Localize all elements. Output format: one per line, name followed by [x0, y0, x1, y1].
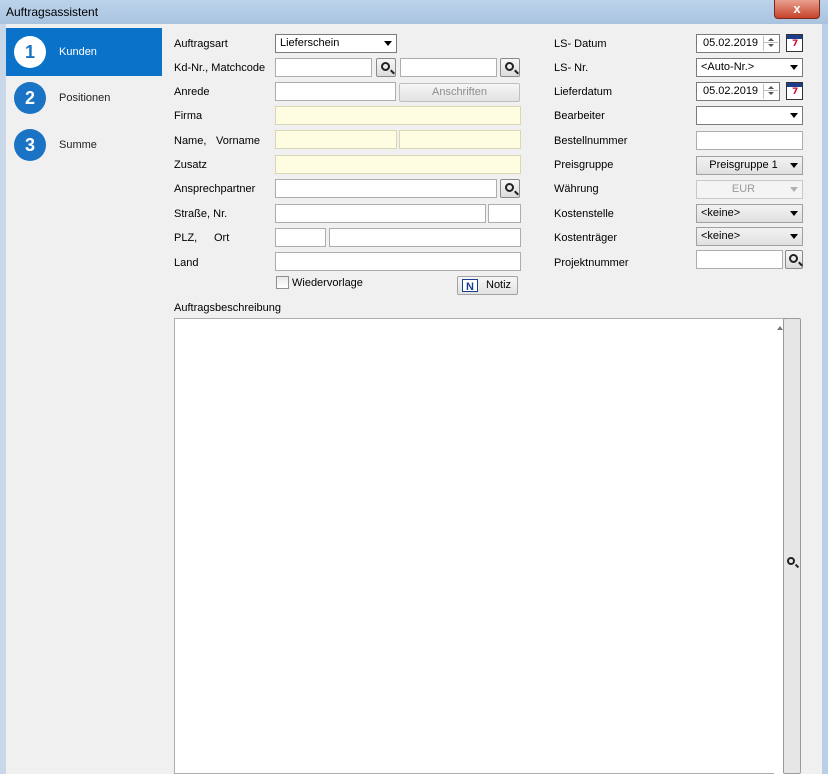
bearbeiter-label: Bearbeiter	[554, 110, 605, 122]
beschreibung-textarea[interactable]	[174, 318, 788, 774]
kostentraeger-select[interactable]: <keine>	[696, 227, 803, 246]
kostenstelle-value: <keine>	[701, 207, 741, 219]
land-label: Land	[174, 257, 199, 269]
search-icon	[505, 183, 514, 192]
lsdatum-value: 05.02.2019	[703, 37, 759, 49]
projektnummer-input[interactable]	[696, 250, 783, 269]
dialog-body: 1 Kunden 2 Positionen 3 Summe Auftragsar…	[6, 24, 822, 774]
bearbeiter-select[interactable]	[696, 106, 803, 125]
auftragsart-label: Auftragsart	[174, 38, 228, 50]
search-icon	[381, 62, 390, 71]
note-icon	[462, 279, 478, 296]
plz-input[interactable]	[275, 228, 326, 247]
chevron-down-icon	[790, 65, 798, 70]
chevron-down-icon	[790, 234, 798, 239]
lsdatum-input[interactable]: 05.02.2019	[696, 34, 780, 53]
plz-label: PLZ,	[174, 232, 198, 244]
chevron-down-icon	[790, 163, 798, 168]
matchcode-search-button[interactable]	[500, 58, 520, 77]
anschriften-button[interactable]: Anschriften	[399, 83, 520, 102]
title-bar: Auftragsassistent x	[0, 0, 828, 24]
lsnr-value: <Auto-Nr.>	[701, 61, 755, 73]
preisgruppe-label: Preisgruppe	[554, 159, 614, 171]
step-summe[interactable]: 3 Summe	[6, 121, 162, 169]
notiz-button-label: Notiz	[486, 279, 512, 291]
land-input[interactable]	[275, 252, 521, 271]
kostentraeger-value: <keine>	[701, 230, 741, 242]
zusatz-label: Zusatz	[174, 159, 208, 171]
step-label: Positionen	[59, 92, 111, 104]
lsdatum-label: LS- Datum	[554, 38, 607, 50]
auftragsart-value: Lieferschein	[280, 37, 340, 49]
waehrung-label: Währung	[554, 183, 599, 195]
projektnummer-search-button[interactable]	[785, 250, 803, 269]
search-icon	[789, 254, 798, 263]
chevron-down-icon	[790, 113, 798, 118]
matchcode-input[interactable]	[400, 58, 497, 77]
search-icon[interactable]	[787, 557, 795, 565]
chevron-down-icon	[790, 187, 798, 192]
kostenstelle-select[interactable]: <keine>	[696, 204, 803, 223]
notiz-button[interactable]: Notiz	[457, 276, 518, 296]
waehrung-value: EUR	[731, 183, 756, 195]
kostenstelle-label: Kostenstelle	[554, 208, 614, 220]
step-label: Kunden	[59, 46, 97, 58]
close-button[interactable]: x	[774, 0, 820, 19]
firma-label: Firma	[174, 110, 203, 122]
step-number: 2	[14, 82, 46, 114]
strasse-label: Straße, Nr.	[174, 208, 228, 220]
kostentraeger-label: Kostenträger	[554, 232, 617, 244]
wizard-sidebar: 1 Kunden 2 Positionen 3 Summe	[6, 24, 162, 774]
ansprechpartner-label: Ansprechpartner	[174, 183, 256, 195]
ansprechpartner-input[interactable]	[275, 179, 497, 198]
step-label: Summe	[59, 139, 97, 151]
lieferdatum-label: Lieferdatum	[554, 86, 613, 98]
strasse-input[interactable]	[275, 204, 486, 223]
preisgruppe-select[interactable]: Preisgruppe 1	[696, 156, 803, 175]
auftragsart-select[interactable]: Lieferschein	[275, 34, 397, 53]
name-input[interactable]	[275, 130, 397, 149]
wiedervorlage-checkbox[interactable]	[276, 276, 289, 289]
bestellnummer-input[interactable]	[696, 131, 803, 150]
ort-input[interactable]	[329, 228, 521, 247]
calendar-icon[interactable]	[786, 82, 803, 100]
search-icon	[505, 62, 514, 71]
beschreibung-side-panel[interactable]	[783, 318, 801, 774]
firma-input[interactable]	[275, 106, 521, 125]
zusatz-input[interactable]	[275, 155, 521, 174]
step-number: 1	[14, 36, 46, 68]
chevron-down-icon	[790, 211, 798, 216]
wiedervorlage-label: Wiedervorlage	[292, 277, 363, 289]
kdnr-input[interactable]	[275, 58, 372, 77]
preisgruppe-value: Preisgruppe 1	[709, 159, 778, 171]
lieferdatum-value: 05.02.2019	[703, 85, 759, 97]
calendar-icon[interactable]	[786, 34, 803, 52]
kdnr-search-button[interactable]	[376, 58, 396, 77]
projektnummer-label: Projektnummer	[554, 257, 629, 269]
step-positionen[interactable]: 2 Positionen	[6, 74, 162, 122]
anrede-input[interactable]	[275, 82, 396, 101]
window-title: Auftragsassistent	[6, 5, 99, 19]
bestellnummer-label: Bestellnummer	[554, 135, 628, 147]
vorname-input[interactable]	[399, 130, 521, 149]
ort-label: Ort	[214, 232, 230, 244]
kdnr-label: Kd-Nr., Matchcode	[174, 62, 266, 74]
step-number: 3	[14, 129, 46, 161]
ansprechpartner-search-button[interactable]	[500, 179, 520, 198]
name-label: Name,	[174, 135, 207, 147]
lieferdatum-input[interactable]: 05.02.2019	[696, 82, 780, 101]
lieferdatum-spinner[interactable]	[763, 84, 778, 99]
window-frame	[822, 24, 828, 774]
lsdatum-spinner[interactable]	[763, 36, 778, 51]
beschreibung-label: Auftragsbeschreibung	[174, 302, 282, 314]
waehrung-select[interactable]: EUR	[696, 180, 803, 199]
chevron-down-icon	[384, 41, 392, 46]
step-kunden[interactable]: 1 Kunden	[6, 28, 162, 76]
lsnr-label: LS- Nr.	[554, 62, 589, 74]
lsnr-select[interactable]: <Auto-Nr.>	[696, 58, 803, 77]
anrede-label: Anrede	[174, 86, 210, 98]
vorname-label: Vorname	[216, 135, 261, 147]
hausnummer-input[interactable]	[488, 204, 521, 223]
